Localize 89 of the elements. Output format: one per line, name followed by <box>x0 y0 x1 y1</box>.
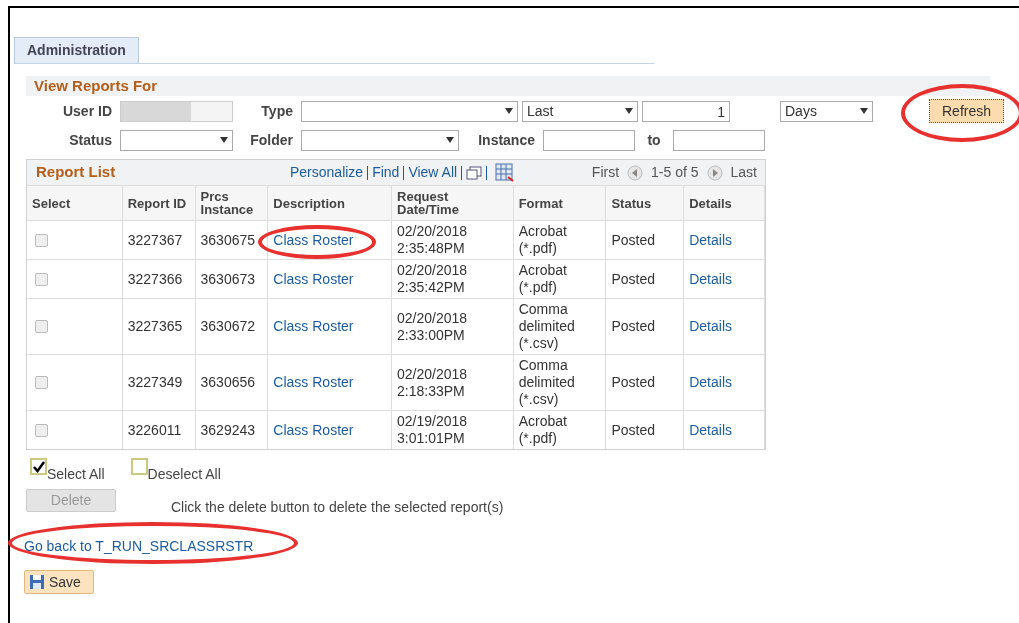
first-label: First <box>591 163 620 182</box>
details-link[interactable]: Details <box>689 374 732 391</box>
report-id: 3227365 <box>127 318 183 335</box>
description-link[interactable]: Class Roster <box>273 231 354 249</box>
caret-icon <box>505 108 513 114</box>
spreadsheet-icon[interactable] <box>495 162 516 183</box>
status-text: Posted <box>611 318 655 335</box>
process-instance: 3630673 <box>200 270 256 288</box>
status-text: Posted <box>611 374 655 391</box>
row-checkbox[interactable] <box>35 320 48 333</box>
row-checkbox[interactable] <box>35 272 48 286</box>
format-text: Comma delimited (*.csv) <box>518 301 576 352</box>
grid-link[interactable]: View All <box>404 162 462 183</box>
select-all-checkbox[interactable] <box>30 458 47 475</box>
grid-link[interactable]: Find <box>368 162 404 183</box>
deselect-all-label[interactable]: Deselect All <box>147 464 221 485</box>
format-text: Acrobat (*.pdf) <box>518 223 568 257</box>
folder-dropdown[interactable] <box>301 129 459 151</box>
description-link[interactable]: Class Roster <box>273 318 354 335</box>
caret-icon <box>860 108 868 114</box>
request-date-time: 02/19/2018 3:01:01PM <box>397 413 468 447</box>
report-id: 3227349 <box>127 374 183 391</box>
description-link[interactable]: Class Roster <box>273 374 354 391</box>
grid-link[interactable]: Personalize <box>286 162 368 183</box>
format-text: Acrobat (*.pdf) <box>518 413 568 447</box>
details-link[interactable]: Details <box>689 231 732 249</box>
details-link[interactable]: Details <box>689 421 732 439</box>
report-list-title: Report List <box>36 162 117 183</box>
process-instance: 3630675 <box>200 231 256 249</box>
instance-from-field[interactable] <box>543 129 635 151</box>
row-checkbox[interactable] <box>35 376 48 389</box>
status-text: Posted <box>611 270 655 288</box>
delete-hint: Click the delete button to delete the selected report(s) <box>171 498 504 517</box>
section-title: View Reports For <box>34 75 158 96</box>
request-date-time: 02/20/2018 2:33:00PM <box>397 309 468 344</box>
column-header: Select <box>32 196 71 210</box>
field-label: Instance <box>477 130 536 150</box>
report-id: 3227366 <box>127 270 183 288</box>
process-instance: 3630672 <box>200 318 256 335</box>
user-id-field[interactable] <box>120 100 233 122</box>
status-text: Posted <box>611 231 655 249</box>
process-instance: 3629243 <box>200 421 256 439</box>
request-date-time: 02/20/2018 2:18:33PM <box>397 365 468 400</box>
period-dropdown[interactable]: Last <box>522 100 638 122</box>
format-text: Acrobat (*.pdf) <box>518 262 568 296</box>
field-label: Type <box>260 101 294 121</box>
new-window-icon[interactable] <box>466 165 483 180</box>
field-label: User ID <box>61 101 113 121</box>
column-header: Details <box>689 196 732 210</box>
column-header: Description <box>273 196 345 210</box>
field-label: Status <box>68 130 113 150</box>
process-instance: 3630656 <box>200 374 256 391</box>
caret-icon <box>625 108 633 114</box>
type-dropdown[interactable] <box>301 100 518 122</box>
request-date-time: 02/20/2018 2:35:48PM <box>397 223 468 257</box>
status-text: Posted <box>611 421 655 439</box>
report-id: 3227367 <box>127 231 183 249</box>
go-back-link[interactable]: Go back to T_RUN_SRCLASSRSTR <box>24 538 254 554</box>
deselect-all-checkbox[interactable] <box>130 458 148 475</box>
last-label: Last <box>730 163 757 182</box>
refresh-button[interactable]: Refresh <box>929 99 1005 124</box>
report-id: 3226011 <box>127 421 182 439</box>
caret-icon <box>220 137 228 143</box>
column-header: Prcs Instance <box>200 190 255 216</box>
status-dropdown[interactable] <box>120 129 233 151</box>
column-header: Request Date/Time <box>397 190 460 216</box>
column-header: Format <box>518 196 563 210</box>
caret-icon <box>446 137 454 143</box>
row-checkbox[interactable] <box>35 423 48 437</box>
row-checkbox[interactable] <box>35 233 48 247</box>
instance-to-field[interactable] <box>673 129 765 151</box>
request-date-time: 02/20/2018 2:35:42PM <box>397 262 468 296</box>
previous-icon[interactable] <box>627 164 644 181</box>
count-field[interactable]: 1 <box>642 100 730 122</box>
administration-tab[interactable]: Administration <box>14 37 139 63</box>
field-label: Folder <box>249 130 294 150</box>
save-button[interactable]: Save <box>24 570 94 594</box>
field-label: to <box>646 130 662 150</box>
format-text: Comma delimited (*.csv) <box>518 357 576 408</box>
description-link[interactable]: Class Roster <box>273 421 354 439</box>
column-header: Report ID <box>127 196 187 210</box>
select-all-label[interactable]: Select All <box>47 464 105 485</box>
next-icon[interactable] <box>706 164 723 181</box>
unit-dropdown[interactable]: Days <box>780 100 873 122</box>
description-link[interactable]: Class Roster <box>273 270 354 288</box>
page-range: 1-5 of 5 <box>651 163 699 182</box>
details-link[interactable]: Details <box>689 270 732 288</box>
details-link[interactable]: Details <box>689 318 732 335</box>
column-header: Status <box>611 196 652 210</box>
